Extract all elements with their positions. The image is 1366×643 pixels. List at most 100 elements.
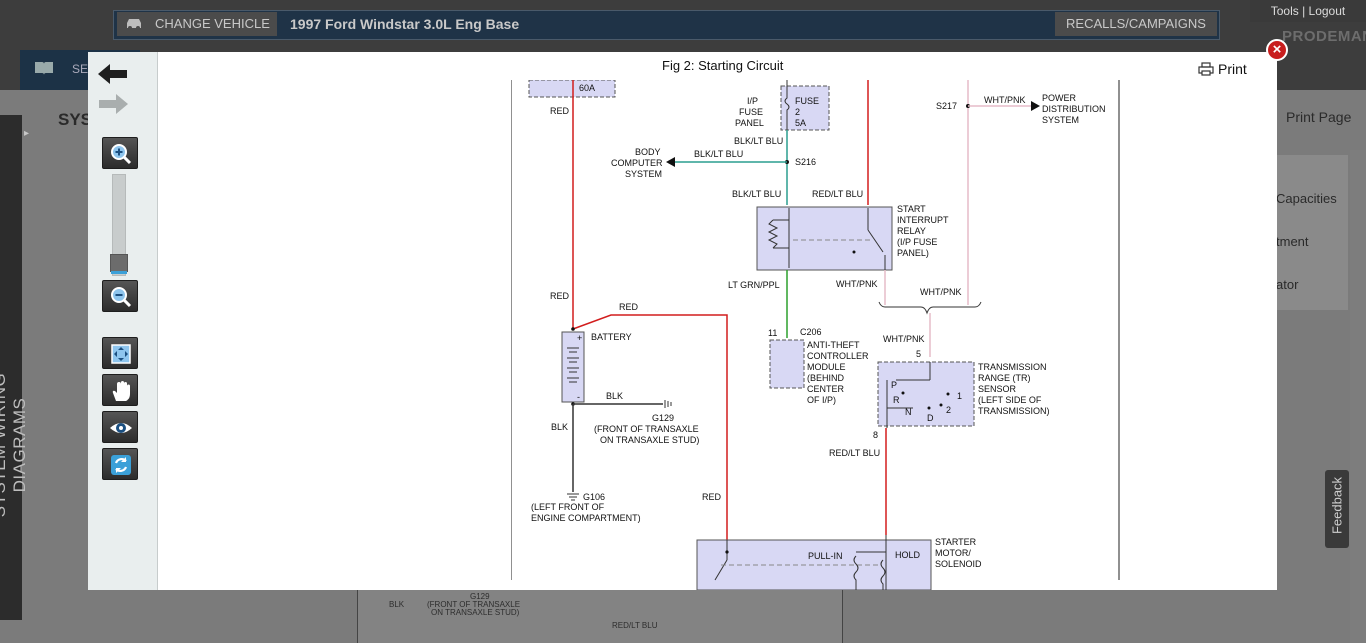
anti-theft-label: CENTER [807,384,845,394]
right-item-locator[interactable]: ator [1276,277,1298,292]
battery-plus-sign: + [577,333,582,343]
wire-label-blk: BLK [551,422,568,432]
forward-arrow-icon[interactable] [96,92,130,116]
start-interrupt-label: INTERRUPT [897,215,949,225]
figure-modal: Fig 2: Starting Circuit Print 60A RED RE… [88,52,1277,590]
wire-label-blk-lt-blu: BLK/LT BLU [694,149,743,159]
s217-label: S217 [936,101,957,111]
body-computer-label: SYSTEM [625,169,662,179]
ground-icon [567,493,579,501]
zoom-in-icon [111,144,132,165]
wire-label-lt-grn-ppl: LT GRN/PPL [728,280,780,290]
tr-position-n: N [905,407,912,417]
pan-tool-button[interactable] [102,374,138,406]
arrow-icon [666,157,675,167]
start-interrupt-relay [756,206,893,271]
expand-arrow-icon[interactable]: ▸ [24,128,34,142]
fit-to-screen-button[interactable] [102,337,138,369]
anti-theft-label: OF I/P) [807,395,836,405]
start-interrupt-label: START [897,204,926,214]
figure-title: Fig 2: Starting Circuit [662,58,784,73]
fuse-60a-label: 60A [579,83,595,93]
start-interrupt-label: RELAY [897,226,926,236]
anti-theft-label: (BEHIND [807,373,845,383]
fuse-box-60a [528,80,616,98]
transmission-range-label: TRANSMISSION [978,362,1047,372]
recalls-campaigns-button[interactable]: RECALLS/CAMPAIGNS [1055,12,1217,36]
arrow-icon [1031,101,1040,111]
fuse-label: 5A [795,118,806,128]
wire-label-red: RED [550,291,570,301]
feedback-tab[interactable]: Feedback [1325,470,1349,548]
right-item-capacities[interactable]: Capacities [1276,191,1337,206]
ip-fuse-panel-label: I/P [747,96,758,106]
starter-label: MOTOR/ [935,548,971,558]
print-page-link[interactable]: Print Page [1286,109,1351,125]
anti-theft-label: MODULE [807,362,846,372]
power-distribution-label: SYSTEM [1042,115,1079,125]
printer-icon [1198,62,1214,76]
vehicle-name: 1997 Ford Windstar 3.0L Eng Base [290,16,520,32]
g106-label: G106 [583,492,605,502]
eye-icon [110,423,132,433]
s216-label: S216 [795,157,816,167]
transmission-range-label: RANGE (TR) [978,373,1031,383]
zoom-out-button[interactable] [102,280,138,312]
zoom-slider-handle[interactable] [110,254,128,274]
wire-label-blk-lt-blu: BLK/LT BLU [732,189,781,199]
refresh-button[interactable] [102,448,138,480]
wire-label-wht-pnk: WHT/PNK [883,334,925,344]
wire-label-wht-pnk: WHT/PNK [836,279,878,289]
change-vehicle-button[interactable]: CHANGE VEHICLE [117,12,277,36]
wire-label-red: RED [550,106,570,116]
pull-in-label: PULL-IN [808,551,843,561]
body-computer-label: BODY [635,147,661,157]
bg-label: RED/LT BLU [612,621,658,630]
wire-label-red: RED [619,302,639,312]
right-item-adjustment[interactable]: tment [1276,234,1309,249]
feedback-label: Feedback [1329,476,1345,535]
g106-location: ENGINE COMPARTMENT) [531,513,641,523]
background-diagram [357,590,843,643]
wire-label-blk-lt-blu: BLK/LT BLU [734,136,783,146]
g129-location: ON TRANSAXLE STUD) [600,435,699,445]
wire-junction-bracket [878,301,982,315]
view-button[interactable] [102,411,138,443]
fit-screen-icon [111,344,131,364]
close-modal-button[interactable]: × [1266,39,1288,61]
starting-circuit-diagram[interactable]: 60A RED RED I/P FUSE PANEL FUSE 2 5A BLK… [511,80,1120,590]
tr-position-r: R [893,395,900,405]
body-computer-label: COMPUTER [611,158,663,168]
anti-theft-label: CONTROLLER [807,351,869,361]
wire-label-wht-pnk: WHT/PNK [984,95,1026,105]
relay-contact-point [852,250,856,254]
bg-label: ON TRANSAXLE STUD) [431,608,520,617]
zoom-out-icon [111,287,132,308]
wire-label-red: RED [702,492,722,502]
anti-theft-label: ANTI-THEFT [807,340,860,350]
transmission-range-label: (LEFT SIDE OF [978,395,1042,405]
g129-label: G129 [652,413,674,423]
system-wiring-tab-label: SYSTEM WIRING DIAGRAMS [0,372,29,518]
start-interrupt-label: (I/P FUSE [897,237,937,247]
c206-label: C206 [800,327,822,337]
page-scrollbar[interactable] [1350,150,1366,643]
transmission-range-label: SENSOR [978,384,1017,394]
back-arrow-icon[interactable] [96,62,130,86]
zoom-in-button[interactable] [102,137,138,169]
pin-11-label: 11 [768,328,777,338]
tools-logout-link[interactable]: Tools | Logout [1250,0,1366,22]
tr-contact [939,403,943,407]
page-heading: SYS [58,110,93,129]
system-wiring-tab[interactable]: SYSTEM WIRING DIAGRAMS [0,115,29,620]
tr-contact [927,406,931,410]
nav-section-label: SE [72,62,89,76]
fuse-label: 2 [795,107,800,117]
tr-position-p: P [891,380,897,390]
tr-contact [901,391,905,395]
hold-label: HOLD [895,550,921,560]
fuse-label: FUSE [795,96,819,106]
starter-label: STARTER [935,537,977,547]
anti-theft-module [769,339,805,389]
wire-label-blk: BLK [606,391,623,401]
